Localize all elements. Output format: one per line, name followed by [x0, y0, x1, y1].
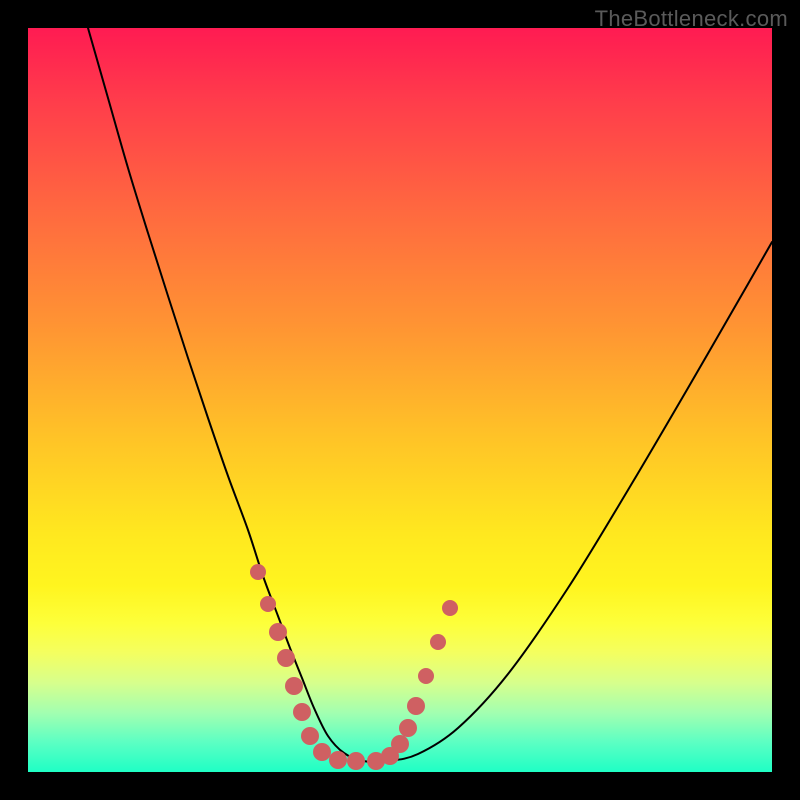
marker-dot: [269, 623, 287, 641]
marker-dot: [329, 751, 347, 769]
curve-svg: [28, 28, 772, 772]
marker-dot: [442, 600, 458, 616]
marker-dot: [277, 649, 295, 667]
bottleneck-curve: [88, 28, 772, 762]
marker-dot: [391, 735, 409, 753]
marker-dot: [399, 719, 417, 737]
marker-dot: [260, 596, 276, 612]
marker-dot: [347, 752, 365, 770]
chart-frame: [28, 28, 772, 772]
marker-dot: [407, 697, 425, 715]
marker-dot: [250, 564, 266, 580]
marker-dot: [285, 677, 303, 695]
marker-dot: [293, 703, 311, 721]
marker-dot: [418, 668, 434, 684]
marker-dot: [301, 727, 319, 745]
marker-dot: [430, 634, 446, 650]
marker-group: [250, 564, 458, 770]
marker-dot: [313, 743, 331, 761]
